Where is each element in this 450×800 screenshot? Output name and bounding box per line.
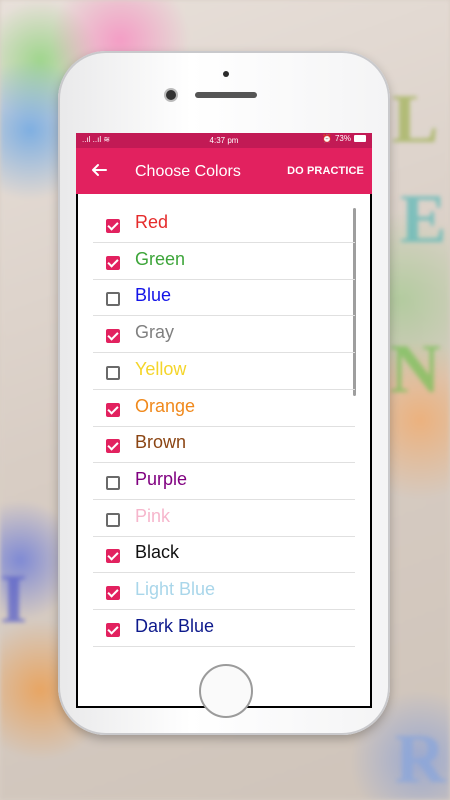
color-label: Green: [135, 248, 186, 269]
checkbox-unchecked[interactable]: [106, 512, 120, 527]
home-button[interactable]: [199, 664, 253, 718]
phone-frame: ..ıl ..ıl ≋ 4:37 pm ⏰ 73% Choose Colors …: [58, 51, 390, 735]
back-arrow-icon[interactable]: [90, 161, 108, 179]
color-item[interactable]: Purple: [93, 463, 355, 500]
app-bar: Choose Colors DO PRACTICE: [76, 148, 372, 194]
checkbox-checked[interactable]: [106, 586, 120, 600]
page-title: Choose Colors: [135, 163, 241, 180]
battery-icon: [354, 135, 366, 142]
checkbox-unchecked[interactable]: [106, 365, 120, 380]
color-item[interactable]: Gray: [93, 316, 355, 354]
checkbox-checked[interactable]: [106, 255, 120, 270]
color-label: Brown: [135, 432, 187, 453]
color-item[interactable]: Red: [93, 206, 355, 243]
checkbox-unchecked[interactable]: [106, 292, 120, 307]
background-decoration: E: [400, 181, 447, 258]
color-label: Pink: [135, 505, 171, 526]
color-label: Gray: [135, 322, 175, 343]
phone-speaker: [223, 71, 229, 77]
do-practice-button[interactable]: DO PRACTICE: [287, 165, 364, 177]
checkbox-checked[interactable]: [106, 329, 120, 344]
color-item[interactable]: Pink: [93, 500, 355, 537]
status-bar: ..ıl ..ıl ≋ 4:37 pm ⏰ 73%: [76, 133, 372, 148]
status-time: 4:37 pm: [209, 136, 239, 145]
color-label: Light Blue: [135, 579, 216, 599]
checkbox-unchecked[interactable]: [106, 475, 120, 490]
checkbox-checked[interactable]: [106, 622, 120, 637]
color-item[interactable]: Brown: [93, 426, 355, 464]
color-item[interactable]: Blue: [93, 279, 355, 317]
front-camera: [166, 90, 176, 100]
color-item[interactable]: Dark Blue: [93, 610, 355, 647]
background-decoration: I: [0, 561, 28, 638]
checkbox-checked[interactable]: [106, 549, 120, 564]
background-decoration: N: [390, 331, 441, 408]
color-label: Red: [135, 212, 169, 232]
color-label: Black: [135, 542, 180, 563]
battery-percent: 73%: [334, 134, 351, 143]
color-label: Orange: [135, 395, 196, 416]
phone-screen: ..ıl ..ıl ≋ 4:37 pm ⏰ 73% Choose Colors …: [76, 133, 372, 708]
color-item[interactable]: Orange: [93, 390, 355, 427]
phone-earpiece: [195, 92, 257, 98]
background-decoration: R: [395, 721, 446, 798]
color-label: Blue: [135, 285, 172, 306]
color-list: Red Green Blue Gray Yellow Orange Brown Purple P…: [78, 194, 370, 706]
color-item[interactable]: Green: [93, 243, 355, 280]
color-label: Purple: [135, 468, 188, 489]
checkbox-checked[interactable]: [106, 219, 120, 233]
color-label: Yellow: [135, 358, 187, 379]
color-item[interactable]: Light Blue: [93, 573, 355, 610]
color-label: Dark Blue: [135, 615, 215, 636]
background-decoration: L: [392, 81, 439, 158]
signal-icons: ..ıl ..ıl ≋: [82, 135, 111, 144]
alarm-icon: ⏰: [322, 134, 332, 143]
color-item[interactable]: Yellow: [93, 353, 355, 390]
status-right: ⏰ 73%: [322, 134, 366, 143]
color-item[interactable]: Black: [93, 536, 355, 574]
checkbox-checked[interactable]: [106, 439, 120, 454]
checkbox-checked[interactable]: [106, 402, 120, 417]
